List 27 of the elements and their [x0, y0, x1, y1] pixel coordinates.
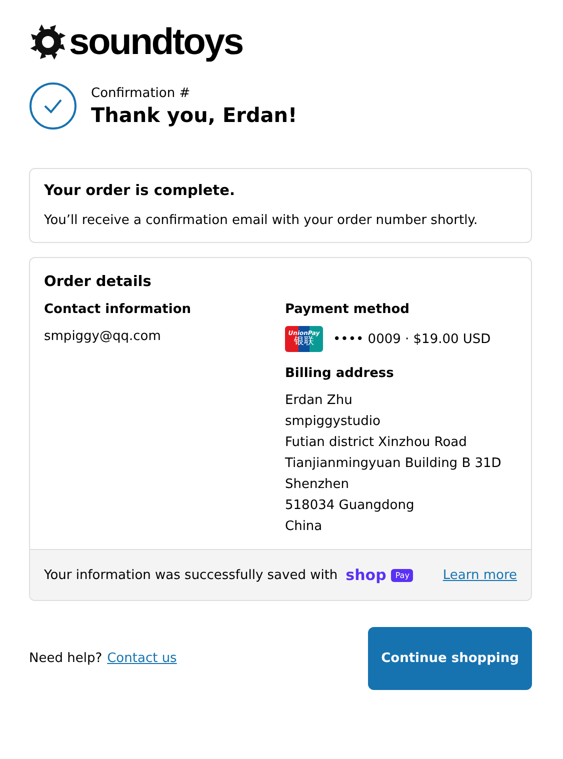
address-line: Futian district Xinzhou Road — [285, 435, 468, 451]
section-heading: Billing address — [285, 366, 395, 381]
help-text: Need help? — [29, 651, 102, 666]
brand-logo-text: soundtoys — [69, 22, 243, 62]
check-circle-icon — [29, 82, 77, 130]
pay-badge: Pay — [391, 568, 414, 582]
page-title: Thank you, Erdan! — [91, 102, 298, 126]
confirmation-number: Confirmation # — [91, 86, 192, 100]
gear-logo-icon — [29, 23, 67, 61]
contact-link[interactable]: Contact us — [107, 651, 177, 666]
card-title: Order details — [44, 274, 152, 290]
address-line: Erdan Zhu — [285, 393, 354, 409]
address-line: smpiggystudio — [285, 414, 382, 430]
payment-summary: •••• 0009 · $19.00 USD — [333, 332, 491, 346]
address-line: Tianjianmingyuan Building B 31D — [285, 456, 502, 472]
section-heading: Payment method — [285, 302, 410, 317]
status-message: You’ll receive a confirmation email with your order number shortly. — [44, 213, 479, 228]
continue-shopping-button[interactable]: Continue shopping — [368, 627, 532, 690]
learn-more-link[interactable]: Learn more — [442, 568, 517, 582]
contact-email: smpiggy@qq.com — [44, 329, 162, 344]
section-heading: Contact information — [44, 302, 192, 317]
address-line: China — [285, 519, 324, 535]
saved-message: Your information was successfully saved with — [44, 568, 338, 582]
shop-logo-text: shop — [346, 566, 386, 584]
card-title: Your order is complete. — [44, 183, 236, 199]
address-line: Shenzhen — [285, 477, 350, 493]
address-line: 518034 Guangdong — [285, 498, 416, 514]
